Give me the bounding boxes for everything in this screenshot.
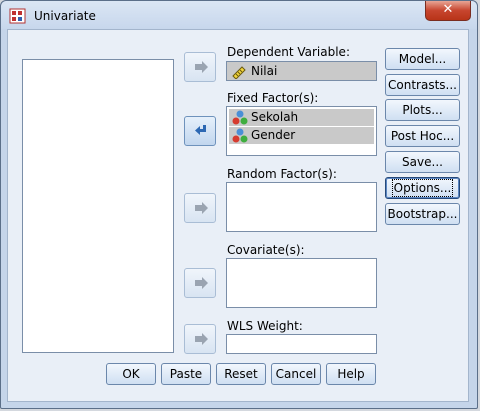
paste-button[interactable]: Paste [161,363,211,385]
ruler-scale-icon [232,66,246,79]
move-to-dependent-button[interactable] [184,52,216,82]
title-bar[interactable]: Univariate ✕ [1,1,477,29]
nominal-variable-icon [232,110,248,125]
move-to-covariate-button[interactable] [184,268,216,298]
bootstrap-button[interactable]: Bootstrap... [385,203,460,225]
move-to-wls-weight-button[interactable] [184,324,216,354]
contrasts-button[interactable]: Contrasts... [385,74,460,96]
fixed-factor-item-label: Sekolah [251,110,299,124]
wls-weight-label: WLS Weight: [227,319,303,333]
options-button[interactable]: Options... [385,177,460,199]
dependent-variable-value: Nilai [251,64,278,78]
save-button[interactable]: Save... [385,151,460,173]
covariate-label: Covariate(s): [227,243,305,257]
arrow-right-icon [195,277,208,289]
covariate-list[interactable] [226,258,377,308]
post-hoc-button[interactable]: Post Hoc... [385,125,460,147]
move-to-fixed-factor-button[interactable] [184,116,216,146]
dependent-variable-field[interactable]: Nilai [226,61,377,81]
window-title: Univariate [34,9,96,23]
reset-button[interactable]: Reset [216,363,266,385]
random-factor-label: Random Factor(s): [227,167,337,181]
source-variable-list[interactable] [22,59,174,353]
arrow-right-icon [195,61,208,73]
ok-button[interactable]: OK [106,363,156,385]
cancel-button[interactable]: Cancel [271,363,321,385]
nominal-variable-icon [232,128,248,143]
move-to-random-factor-button[interactable] [184,193,216,223]
help-button[interactable]: Help [326,363,376,385]
fixed-factor-list[interactable]: Sekolah Gender [226,106,377,156]
close-icon: ✕ [442,2,454,17]
arrow-right-icon [195,202,208,214]
random-factor-list[interactable] [226,182,377,232]
fixed-factor-item-label: Gender [251,128,296,142]
list-item[interactable]: Sekolah [229,109,374,126]
app-icon [9,8,26,24]
model-button[interactable]: Model... [385,48,460,70]
arrow-back-icon [195,125,206,135]
wls-weight-field[interactable] [226,334,377,354]
close-button[interactable]: ✕ [425,1,471,21]
fixed-factor-label: Fixed Factor(s): [227,91,319,105]
plots-button[interactable]: Plots... [385,99,460,121]
dependent-variable-label: Dependent Variable: [227,45,350,59]
list-item[interactable]: Gender [229,127,374,144]
arrow-right-icon [195,333,208,345]
